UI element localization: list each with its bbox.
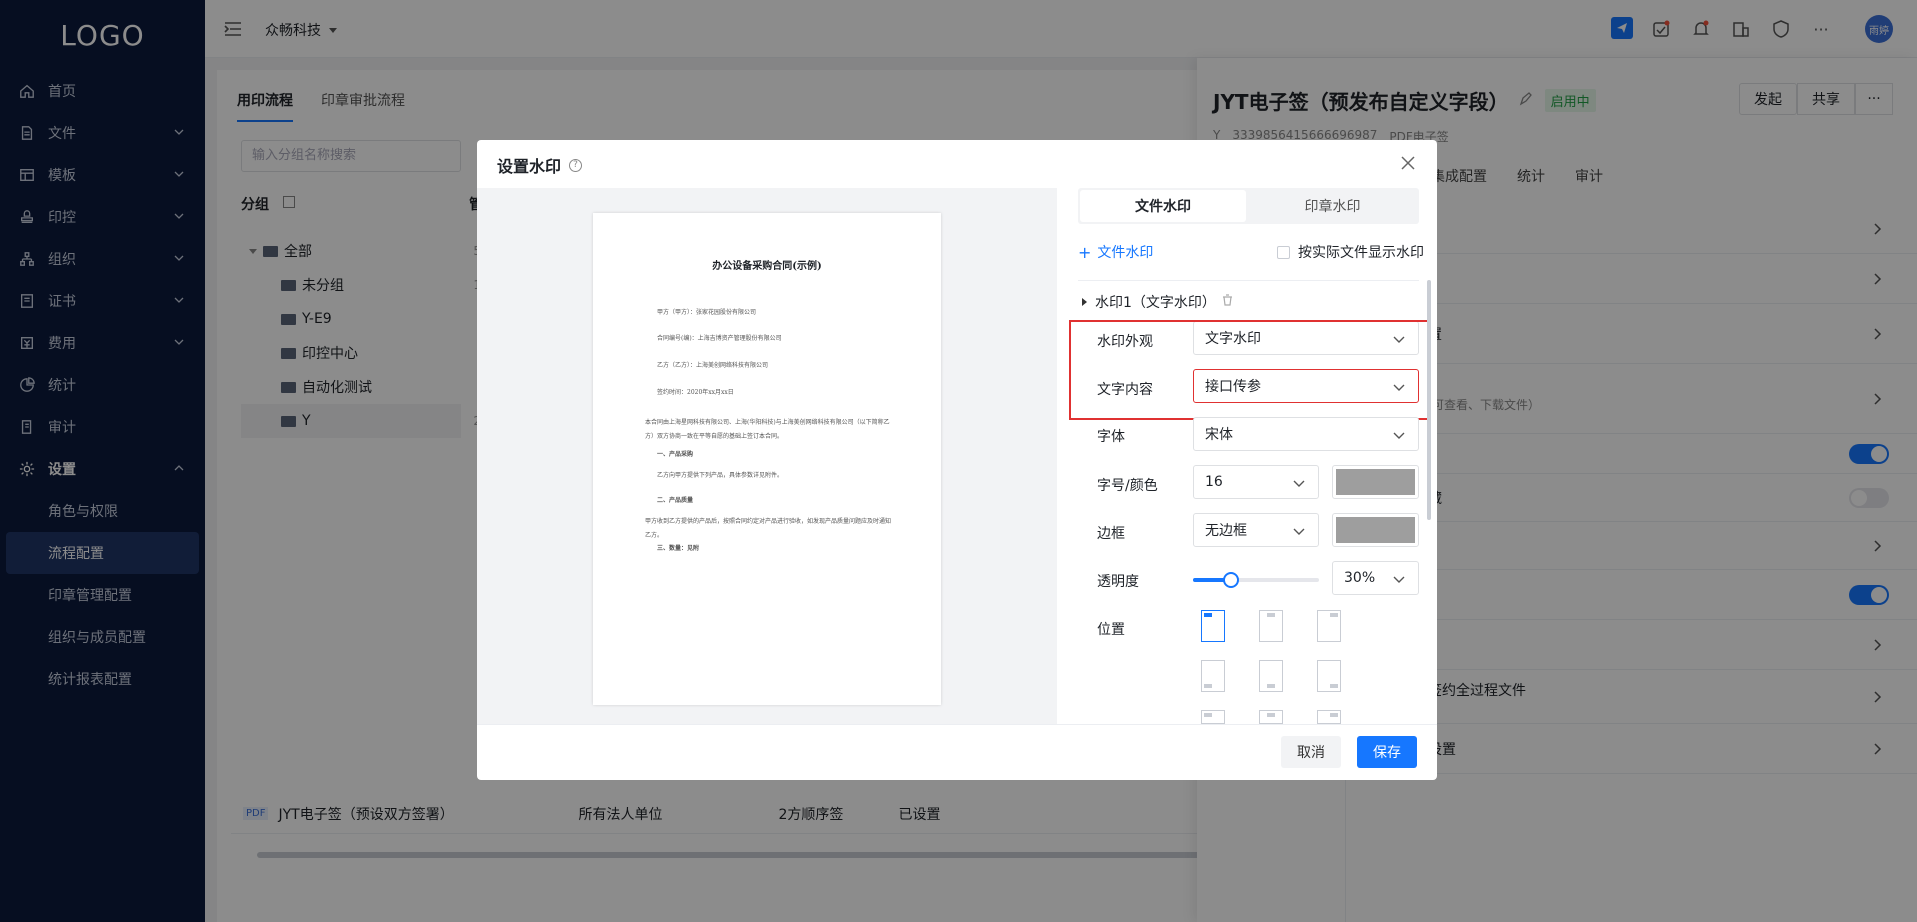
add-watermark-button[interactable]: + 文件水印 [1078, 242, 1153, 262]
border-value: 无边框 [1205, 523, 1247, 539]
opacity-select[interactable]: 30% [1332, 561, 1419, 595]
position-marker [1204, 613, 1212, 617]
checkbox-icon [1277, 245, 1290, 259]
appearance-label: 水印外观 [1097, 334, 1153, 350]
font-select[interactable]: 宋体 [1193, 417, 1419, 451]
doc-title: 办公设备采购合同(示例) [712, 261, 822, 272]
border-label: 边框 [1097, 526, 1125, 542]
watermark-modal: 设置水印 ? 办公设备采购合同(示例) 甲方（甲方）：张家花园股份有限公司合同编… [477, 140, 1437, 780]
doc-line: 二、产品质量 [657, 497, 694, 504]
position-option[interactable] [1259, 610, 1283, 642]
position-marker [1330, 684, 1338, 688]
doc-line: 乙方向甲方提供下列产品，具体参数详见附件。 [657, 472, 784, 479]
position-option[interactable] [1201, 710, 1225, 724]
caret-right-icon [1082, 298, 1087, 306]
doc-line: 甲方（甲方）：张家花园股份有限公司 [657, 309, 757, 316]
opacity-label: 透明度 [1097, 574, 1139, 590]
modal-title: 设置水印 [497, 157, 562, 176]
chevron-down-icon [1393, 384, 1405, 391]
font-size-value: 16 [1205, 474, 1223, 490]
tab-seal-watermark[interactable]: 印章水印 [1248, 190, 1417, 222]
position-option[interactable] [1259, 710, 1283, 724]
content-select[interactable]: 接口传参 [1193, 369, 1419, 403]
cancel-button[interactable]: 取消 [1281, 736, 1341, 768]
position-option[interactable] [1317, 610, 1341, 642]
chevron-down-icon [1293, 528, 1305, 535]
position-option[interactable] [1259, 660, 1283, 692]
tab-file-watermark[interactable]: 文件水印 [1080, 190, 1246, 222]
doc-line: 乙方（乙方）：上海美创网络科技有限公司 [657, 362, 769, 369]
size-color-label: 字号/颜色 [1097, 478, 1158, 494]
position-option[interactable] [1201, 660, 1225, 692]
preview-area: 办公设备采购合同(示例) 甲方（甲方）：张家花园股份有限公司合同编号(编)：上海… [477, 188, 1057, 724]
appearance-select[interactable]: 文字水印 [1193, 321, 1419, 355]
watermark-type-tabs: 文件水印 印章水印 [1078, 188, 1419, 224]
trash-icon[interactable] [1222, 294, 1233, 310]
border-color-picker[interactable] [1332, 513, 1419, 547]
position-marker [1267, 684, 1275, 688]
position-marker [1204, 684, 1212, 688]
doc-line: 本合同由上海星网科技有限公司、上海(华阳科技)与上海美创网络科技有限公司（以下简… [645, 419, 890, 440]
checkbox-label: 按实际文件显示水印 [1298, 245, 1424, 261]
position-marker [1204, 713, 1212, 717]
position-option[interactable] [1317, 660, 1341, 692]
chevron-down-icon [1393, 432, 1405, 439]
position-marker [1330, 613, 1338, 617]
font-label: 字体 [1097, 429, 1125, 445]
doc-line: 签约时间：2020年xx月xx日 [657, 389, 734, 396]
opacity-slider-handle[interactable] [1222, 572, 1239, 588]
actual-file-checkbox[interactable]: 按实际文件显示水印 [1277, 242, 1424, 262]
close-icon[interactable] [1401, 156, 1415, 174]
settings-scrollbar[interactable] [1427, 280, 1431, 520]
opacity-value: 30% [1344, 570, 1376, 586]
watermark-item-header[interactable]: 水印1（文字水印） [1082, 292, 1233, 312]
add-watermark-label: 文件水印 [1097, 245, 1154, 261]
position-marker [1330, 713, 1338, 717]
doc-line: 甲方收到乙方提供的产品后，按照合同约定对产品进行验收，如发现产品质量问题应及时通… [645, 518, 892, 539]
doc-line: 合同编号(编)：上海吉博资产管理股份有限公司 [657, 335, 782, 342]
doc-line: 三、数量：见附 [657, 545, 700, 552]
watermark-item-label: 水印1（文字水印） [1095, 295, 1216, 311]
position-option[interactable] [1201, 610, 1225, 642]
font-value: 宋体 [1205, 427, 1233, 443]
save-button[interactable]: 保存 [1357, 736, 1417, 768]
position-option[interactable] [1317, 710, 1341, 724]
color-picker[interactable] [1332, 465, 1419, 499]
position-marker [1267, 613, 1275, 617]
border-select[interactable]: 无边框 [1193, 513, 1319, 547]
doc-line: 一、产品采购 [657, 451, 694, 458]
font-size-select[interactable]: 16 [1193, 465, 1319, 499]
document-preview: 办公设备采购合同(示例) 甲方（甲方）：张家花园股份有限公司合同编号(编)：上海… [593, 213, 941, 705]
content-label: 文字内容 [1097, 382, 1153, 398]
content-value: 接口传参 [1205, 379, 1261, 395]
plus-icon: + [1078, 242, 1092, 262]
opacity-slider[interactable] [1193, 572, 1319, 588]
chevron-down-icon [1393, 576, 1405, 583]
chevron-down-icon [1393, 336, 1405, 343]
chevron-down-icon [1293, 480, 1305, 487]
position-label: 位置 [1097, 622, 1125, 638]
help-icon[interactable]: ? [569, 158, 583, 172]
position-marker [1267, 713, 1275, 717]
appearance-value: 文字水印 [1205, 331, 1261, 347]
